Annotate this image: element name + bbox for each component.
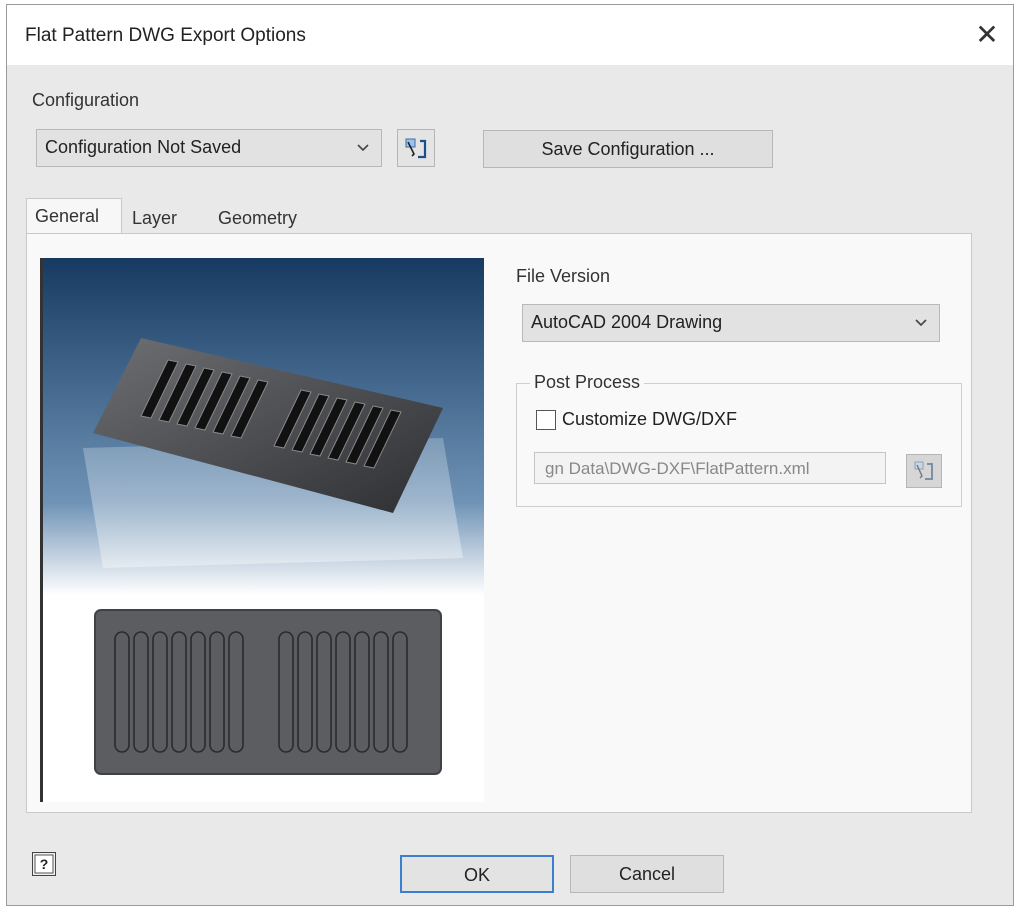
tab-layer[interactable]: Layer bbox=[132, 208, 177, 229]
file-version-select[interactable]: AutoCAD 2004 Drawing bbox=[522, 304, 940, 342]
title-bar: Flat Pattern DWG Export Options ✕ bbox=[7, 5, 1013, 65]
folder-open-icon bbox=[405, 138, 427, 159]
browse-xml-button[interactable] bbox=[906, 454, 942, 488]
tab-general[interactable]: General bbox=[26, 198, 122, 234]
customize-path-value: gn Data\DWG-DXF\FlatPattern.xml bbox=[545, 459, 810, 478]
save-configuration-button[interactable]: Save Configuration ... bbox=[483, 130, 773, 168]
svg-text:?: ? bbox=[40, 856, 49, 872]
configuration-selected: Configuration Not Saved bbox=[45, 137, 242, 157]
tab-geometry[interactable]: Geometry bbox=[218, 208, 297, 229]
cancel-button[interactable]: Cancel bbox=[570, 855, 724, 893]
configuration-label: Configuration bbox=[32, 90, 140, 110]
flat-pattern-preview-image bbox=[40, 258, 484, 802]
dialog-title: Flat Pattern DWG Export Options bbox=[25, 25, 306, 46]
file-version-selected: AutoCAD 2004 Drawing bbox=[531, 312, 723, 332]
ok-button[interactable]: OK bbox=[400, 855, 554, 893]
folder-open-icon bbox=[914, 461, 933, 480]
customize-dwg-dxf-checkbox[interactable] bbox=[536, 410, 556, 430]
load-configuration-button[interactable] bbox=[397, 129, 435, 167]
help-icon: ? bbox=[34, 854, 54, 874]
help-button[interactable]: ? bbox=[32, 852, 56, 876]
file-version-label: File Version bbox=[516, 266, 611, 286]
configuration-select[interactable]: Configuration Not Saved bbox=[36, 129, 382, 167]
post-process-group bbox=[516, 383, 962, 507]
chevron-down-icon bbox=[915, 319, 927, 327]
close-icon[interactable]: ✕ bbox=[969, 17, 1005, 53]
chevron-down-icon bbox=[357, 144, 369, 152]
customize-dwg-dxf-label: Customize DWG/DXF bbox=[562, 409, 738, 429]
post-process-title: Post Process bbox=[530, 372, 645, 393]
customize-path-field[interactable]: gn Data\DWG-DXF\FlatPattern.xml bbox=[534, 452, 886, 484]
